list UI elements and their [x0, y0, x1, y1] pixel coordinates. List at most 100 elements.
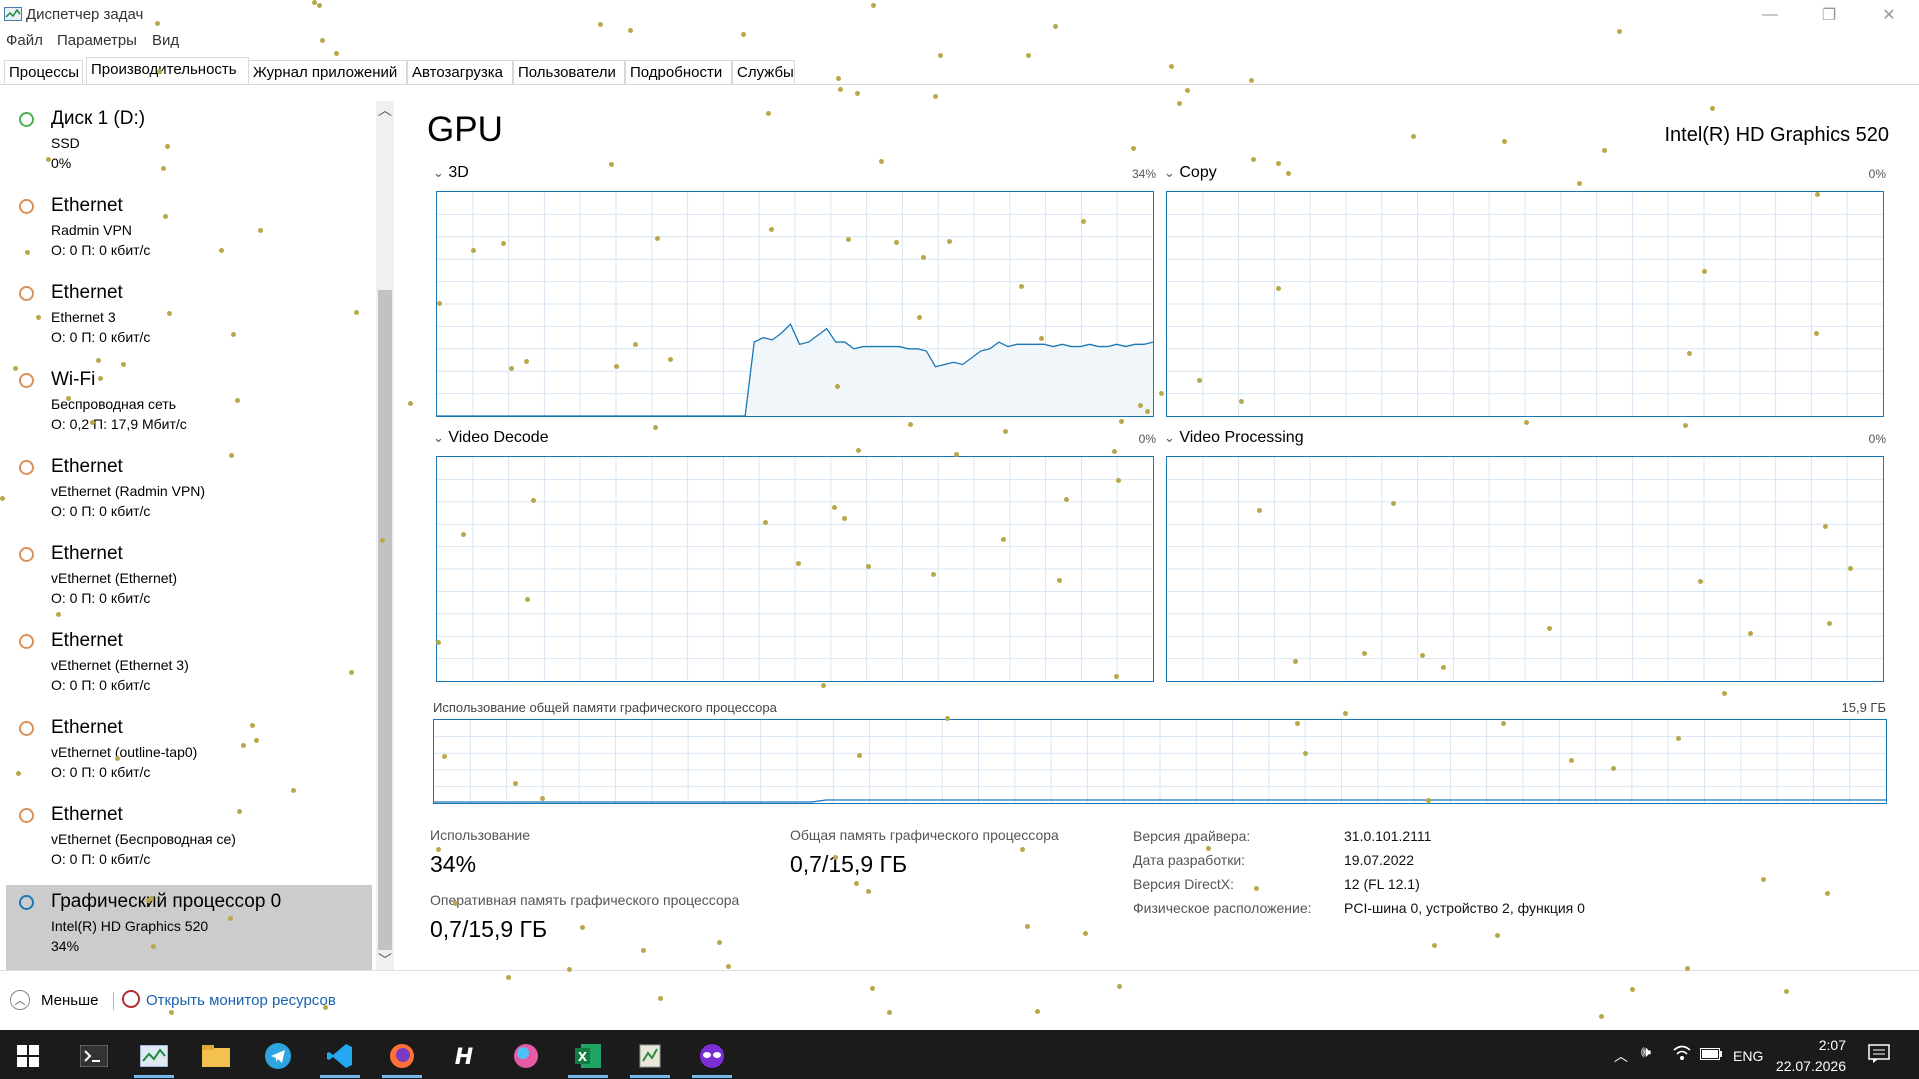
item-value: О: 0 П: 0 кбит/с [51, 764, 151, 780]
battery-icon[interactable] [1700, 1048, 1722, 1060]
hydra-app-icon[interactable]: H [436, 1034, 492, 1078]
overlay-dot [1083, 931, 1088, 936]
menu-view[interactable]: Вид [152, 32, 179, 49]
maximize-button[interactable]: ❐ [1806, 0, 1852, 30]
fewer-details-button[interactable]: Меньше [41, 992, 98, 1009]
list-item[interactable]: Wi-Fi Беспроводная сеть О: 0,2 П: 17,9 М… [6, 363, 372, 449]
list-item[interactable]: Ethernet vEthernet (outline-tap0) О: 0 П… [6, 711, 372, 797]
overlay-dot [567, 967, 572, 972]
overlay-dot [1131, 146, 1136, 151]
tab-performance[interactable]: Производительность [86, 57, 249, 84]
language-indicator[interactable]: ENG [1733, 1048, 1763, 1064]
list-item[interactable]: Ethernet vEthernet (Radmin VPN) О: 0 П: … [6, 450, 372, 536]
overlay-dot [1687, 351, 1692, 356]
network-status-icon [19, 808, 34, 823]
chevron-up-icon[interactable]: ︿ [10, 990, 30, 1010]
overlay-dot [163, 214, 168, 219]
scroll-up-arrow-icon[interactable]: ︿ [376, 101, 394, 119]
menu-options[interactable]: Параметры [57, 32, 137, 49]
chevron-up-icon[interactable]: ︿ [1614, 1046, 1628, 1066]
item-name: Ethernet [51, 282, 123, 303]
overlay-dot [453, 901, 458, 906]
shared-memory-stat-value: 0,7/15,9 ГБ [790, 851, 908, 877]
overlay-dot [1569, 758, 1574, 763]
overlay-dot [1362, 651, 1367, 656]
engine-3d-label[interactable]: ⌄ 3D [433, 164, 469, 182]
overlay-dot [1206, 846, 1211, 851]
graph-grid [437, 192, 1153, 416]
engine-video-decode-percent: 0% [1138, 432, 1156, 446]
overlay-dot [614, 364, 619, 369]
clock-time[interactable]: 2:07 [1796, 1037, 1846, 1053]
engine-video-decode-label[interactable]: ⌄ Video Decode [433, 429, 549, 447]
engine-name: 3D [448, 164, 469, 181]
item-name: Ethernet [51, 804, 123, 825]
overlay-dot [509, 366, 514, 371]
terminal-icon[interactable] [66, 1034, 122, 1078]
overlay-dot [380, 538, 385, 543]
graph-3d [436, 191, 1154, 417]
list-item[interactable]: Диск 1 (D:) SSD 0% [6, 102, 372, 188]
tab-details[interactable]: Подробности [625, 60, 732, 84]
tab-users[interactable]: Пользователи [513, 60, 625, 84]
speaker-icon[interactable]: 🕪 [1641, 1044, 1651, 1062]
telegram-icon[interactable] [250, 1034, 306, 1078]
list-item[interactable]: Ethernet vEthernet (Ethernet 3) О: 0 П: … [6, 624, 372, 710]
tab-services[interactable]: Службы [732, 60, 795, 84]
overlay-dot [151, 944, 156, 949]
item-value: О: 0 П: 0 кбит/с [51, 242, 151, 258]
vscode-icon[interactable] [312, 1034, 368, 1078]
file-explorer-icon[interactable] [188, 1034, 244, 1078]
overlay-dot [917, 315, 922, 320]
overlay-dot [1138, 403, 1143, 408]
overlay-dot [531, 498, 536, 503]
list-item[interactable]: Ethernet Radmin VPN О: 0 П: 0 кбит/с [6, 189, 372, 275]
dedicated-memory-label: Оперативная память графического процессо… [430, 892, 740, 908]
scroll-down-arrow-icon[interactable]: ﹀ [376, 951, 394, 969]
resource-monitor-icon[interactable] [122, 990, 140, 1008]
overlay-dot [1057, 578, 1062, 583]
wifi-icon[interactable] [1672, 1044, 1692, 1062]
active-indicator [630, 1075, 670, 1078]
overlay-dot [1784, 989, 1789, 994]
tab-startup[interactable]: Автозагрузка [407, 60, 513, 84]
overlay-dot [1495, 933, 1500, 938]
overlay-dot [1257, 508, 1262, 513]
clock-date[interactable]: 22.07.2026 [1768, 1058, 1846, 1074]
overlay-dot [241, 743, 246, 748]
driver-date-value: 19.07.2022 [1344, 852, 1415, 868]
firefox-icon[interactable] [374, 1034, 430, 1078]
overlay-dot [1064, 497, 1069, 502]
engine-video-processing-label[interactable]: ⌄ Video Processing [1164, 429, 1304, 447]
active-indicator [692, 1075, 732, 1078]
active-indicator [320, 1075, 360, 1078]
task-manager-taskbar-icon[interactable] [126, 1034, 182, 1078]
list-item-selected[interactable]: Графический процессор 0 Intel(R) HD Grap… [6, 885, 372, 971]
overlay-dot [1814, 331, 1819, 336]
overlay-dot [655, 236, 660, 241]
color-app-icon[interactable] [498, 1034, 554, 1078]
list-item[interactable]: Ethernet vEthernet (Беспроводная се) О: … [6, 798, 372, 884]
overlay-dot [838, 87, 843, 92]
open-resource-monitor-link[interactable]: Открыть монитор ресурсов [146, 992, 336, 1009]
overlay-dot [1599, 1014, 1604, 1019]
scrollbar-thumb[interactable] [378, 290, 392, 950]
document-app-icon[interactable] [622, 1034, 678, 1078]
item-name: Графический процессор 0 [51, 891, 282, 912]
overlay-dot [763, 520, 768, 525]
close-button[interactable]: ✕ [1866, 0, 1912, 30]
overlay-dot [1254, 886, 1259, 891]
menu-file[interactable]: Файл [6, 32, 43, 49]
mask-app-icon[interactable] [684, 1034, 740, 1078]
engine-copy-label[interactable]: ⌄ Copy [1164, 164, 1217, 182]
overlay-dot [1426, 798, 1431, 803]
tab-processes[interactable]: Процессы [4, 60, 83, 84]
list-item[interactable]: Ethernet vEthernet (Ethernet) О: 0 П: 0 … [6, 537, 372, 623]
tab-app-history[interactable]: Журнал приложений [248, 60, 407, 84]
list-item[interactable]: Ethernet Ethernet 3 О: 0 П: 0 кбит/с [6, 276, 372, 362]
notifications-icon[interactable] [1868, 1044, 1890, 1064]
footer-divider [0, 970, 1919, 971]
windows-start-icon[interactable] [0, 1034, 56, 1078]
minimize-button[interactable]: — [1747, 0, 1793, 30]
excel-icon[interactable]: X [560, 1034, 616, 1078]
